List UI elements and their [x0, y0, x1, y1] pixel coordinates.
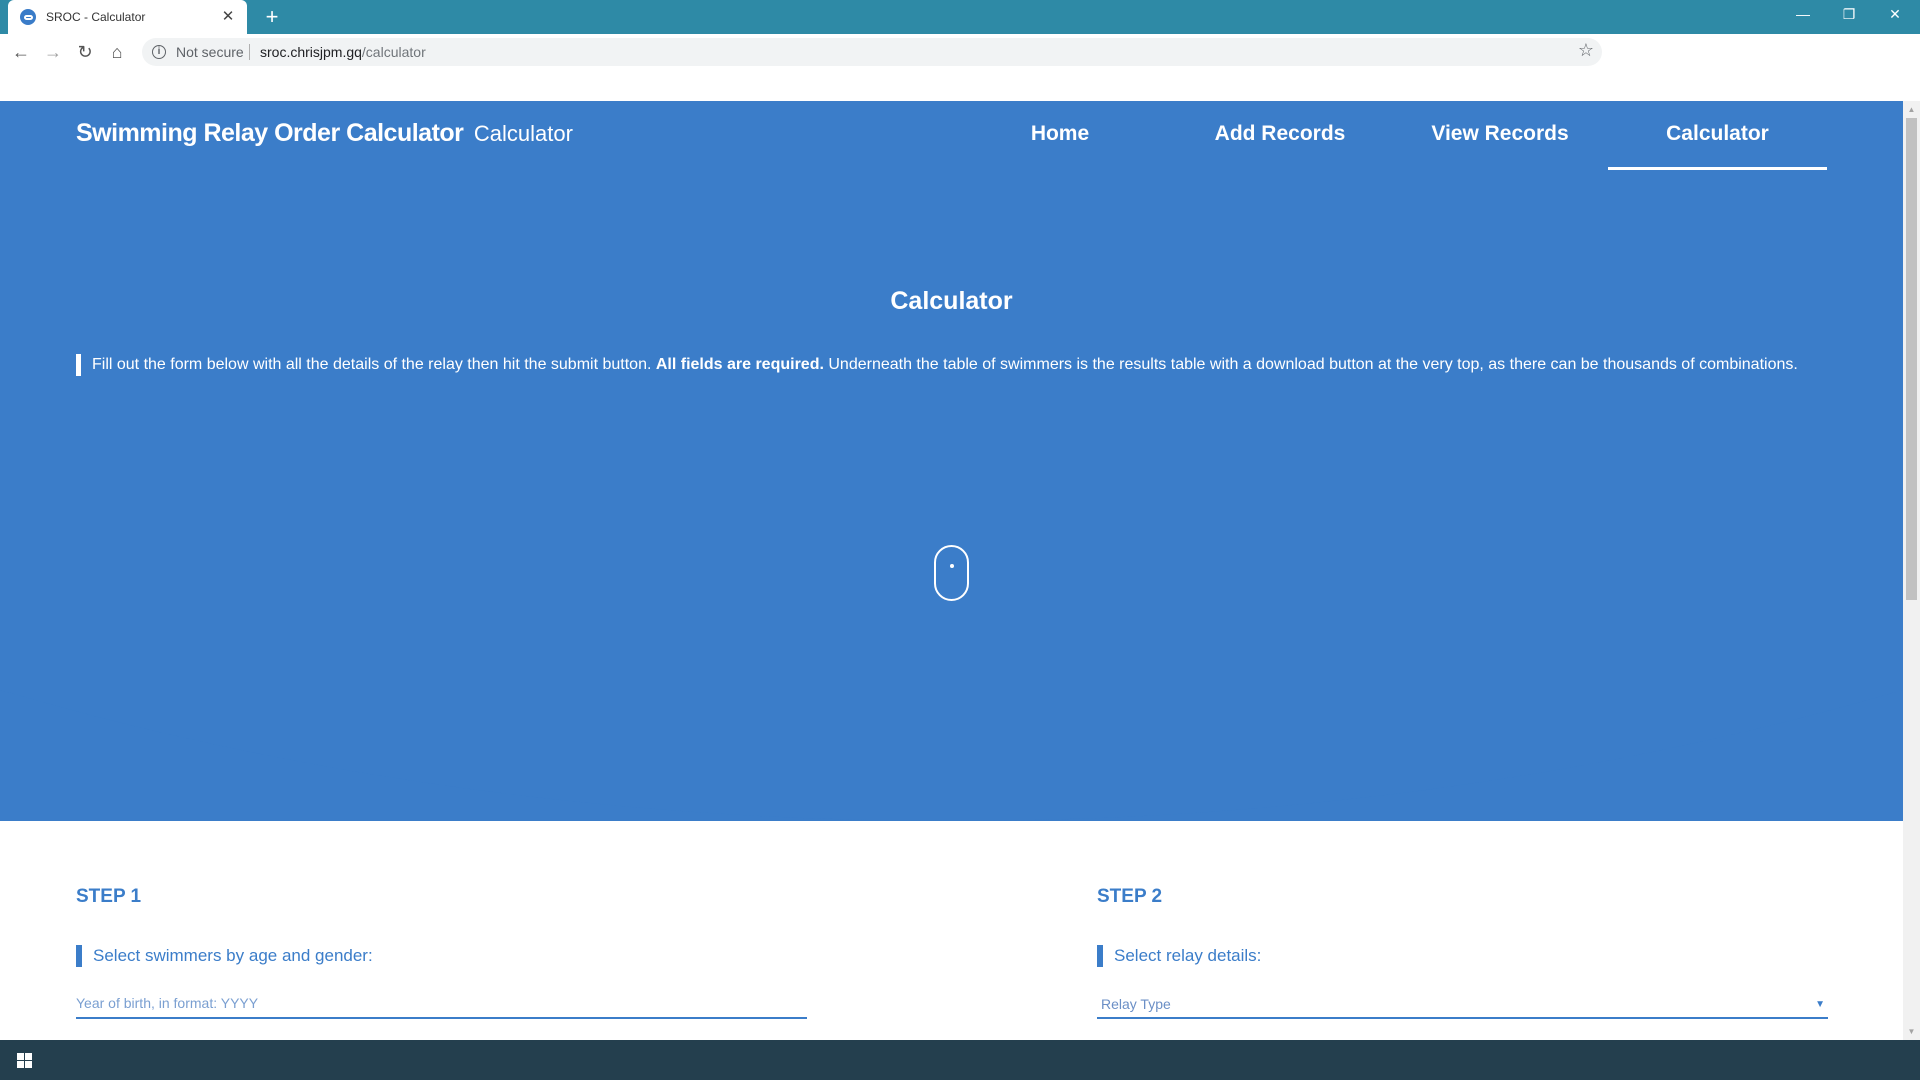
arrow-right-icon[interactable]: →: [40, 39, 66, 65]
page-viewport: Swimming Relay Order Calculator Calculat…: [0, 101, 1903, 1040]
hero-section: Swimming Relay Order Calculator Calculat…: [0, 101, 1903, 821]
intro-text-start: Fill out the form below with all the det…: [92, 356, 656, 373]
site-brand[interactable]: Swimming Relay Order Calculator Calculat…: [76, 119, 573, 148]
browser-titlebar: SROC - Calculator ✕ + — ❐ ✕: [0, 0, 1920, 34]
hero-curve: [0, 101, 1903, 821]
intro-text: Fill out the form below with all the det…: [76, 354, 1836, 376]
url-path: /calculator: [361, 44, 426, 60]
os-taskbar: [0, 1040, 1920, 1080]
scroll-thumb[interactable]: [1906, 118, 1917, 600]
minimize-button[interactable]: —: [1780, 0, 1826, 30]
relay-type-value: Relay Type: [1101, 996, 1171, 1012]
mouse-scroll-icon[interactable]: [934, 545, 969, 601]
tab-close-icon[interactable]: ✕: [219, 8, 237, 26]
birth-year-field[interactable]: [76, 989, 807, 1019]
reload-icon[interactable]: ↻: [72, 39, 98, 65]
url-host: sroc.chrisjpm.gq: [260, 44, 362, 60]
nav-home[interactable]: Home: [1010, 122, 1110, 170]
step-2-title: STEP 2: [1097, 886, 1163, 907]
arrow-left-icon[interactable]: ←: [8, 39, 34, 65]
step-2-label: Select relay details:: [1097, 945, 1261, 967]
url-separator: [249, 44, 250, 60]
birth-year-input[interactable]: [76, 995, 776, 1011]
windows-icon[interactable]: [0, 1040, 48, 1080]
close-window-button[interactable]: ✕: [1872, 0, 1918, 30]
info-icon[interactable]: i: [152, 45, 166, 59]
page-scrollbar[interactable]: ▲ ▼: [1903, 101, 1920, 1040]
nav-add-records[interactable]: Add Records: [1200, 122, 1360, 170]
browser-toolbar: ← → ↻ ⌂ i Not secure sroc.chrisjpm.gq/ca…: [0, 34, 1920, 70]
restore-button[interactable]: ❐: [1826, 0, 1872, 30]
url-text[interactable]: sroc.chrisjpm.gq/calculator: [260, 44, 426, 60]
intro-text-required: All fields are required.: [655, 356, 824, 373]
chevron-down-icon: ▼: [1815, 999, 1825, 1010]
page-heading: Calculator: [890, 287, 1013, 315]
scroll-down-arrow-icon[interactable]: ▼: [1903, 1023, 1920, 1040]
nav-calculator[interactable]: Calculator: [1608, 122, 1827, 170]
scroll-up-arrow-icon[interactable]: ▲: [1903, 101, 1920, 118]
nav-view-records[interactable]: View Records: [1420, 122, 1580, 170]
relay-type-select[interactable]: Relay Type ▼: [1097, 989, 1828, 1019]
brand-subtitle: Calculator: [473, 121, 573, 146]
step-1-title: STEP 1: [76, 886, 142, 907]
tab-title: SROC - Calculator: [46, 10, 146, 24]
star-icon[interactable]: ☆: [1578, 40, 1594, 61]
brand-title: Swimming Relay Order Calculator: [76, 119, 464, 147]
step-1-label: Select swimmers by age and gender:: [76, 945, 373, 967]
site-favicon-icon: [20, 9, 36, 25]
new-tab-button[interactable]: +: [260, 5, 284, 29]
intro-text-end: Underneath the table of swimmers is the …: [823, 356, 1798, 373]
security-label[interactable]: Not secure: [176, 44, 244, 60]
browser-tab[interactable]: SROC - Calculator ✕: [8, 0, 247, 34]
home-icon[interactable]: ⌂: [104, 39, 130, 65]
address-bar[interactable]: i Not secure sroc.chrisjpm.gq/calculator…: [142, 38, 1602, 66]
